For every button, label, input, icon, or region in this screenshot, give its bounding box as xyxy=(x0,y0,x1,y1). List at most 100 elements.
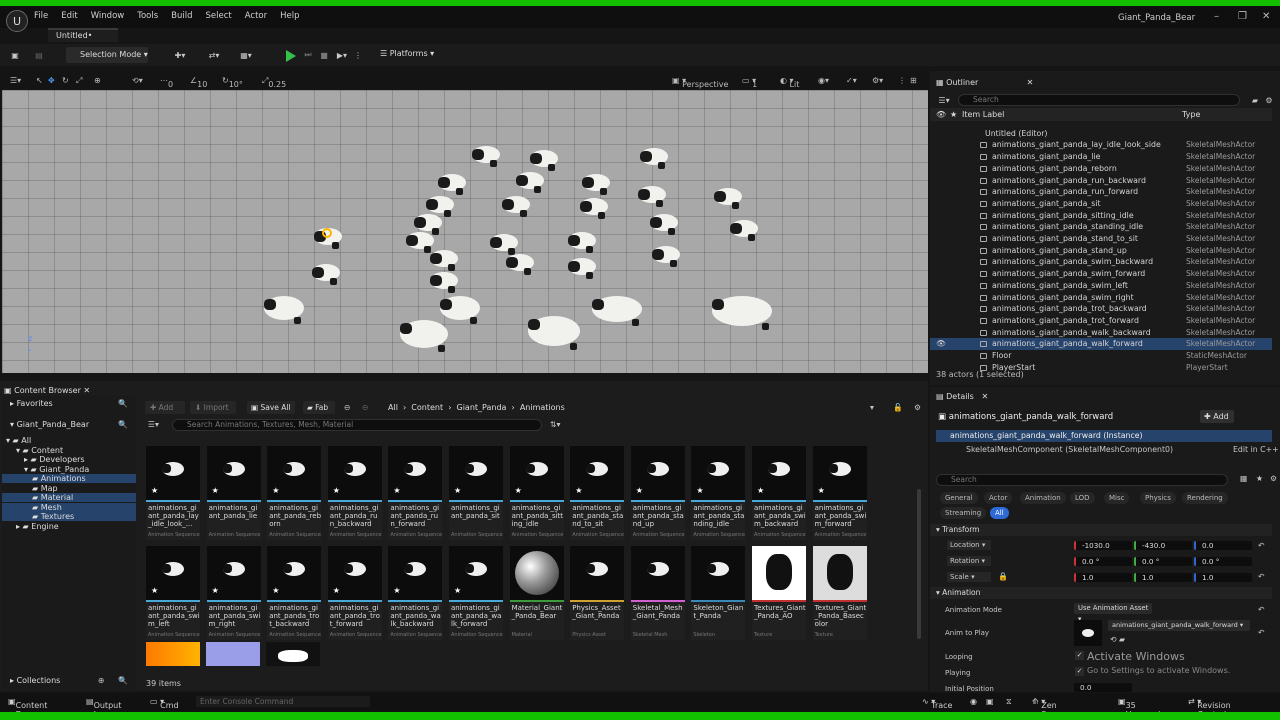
outliner-row[interactable]: animations_giant_panda_swim_backward Skel… xyxy=(930,256,1272,268)
details-settings-icon[interactable]: ⚙ xyxy=(1270,474,1277,483)
tree-textures[interactable]: ▰ Textures xyxy=(2,512,136,522)
level-viewport[interactable]: z ⌞ xyxy=(2,90,928,373)
menu-build[interactable]: Build xyxy=(171,11,192,21)
settings-icon[interactable]: ⚙▾ xyxy=(872,76,883,85)
camera-speed-dropdown[interactable]: ▭ 1 ▾ xyxy=(742,76,757,89)
anim-to-play-dropdown[interactable]: animations_giant_panda_walk_forward ▾ xyxy=(1108,620,1250,631)
panda-actor[interactable] xyxy=(312,264,340,285)
tree-developers[interactable]: ▸ ▰ Developers xyxy=(24,455,85,464)
history-dropdown-icon[interactable]: ▾ xyxy=(870,403,874,412)
show-flags-icon[interactable]: ◉▾ xyxy=(818,76,829,85)
cmd-dropdown[interactable]: ▭ Cmd ▾ xyxy=(150,697,179,710)
anim-mode-dropdown[interactable]: Use Animation Asset ▾ xyxy=(1074,603,1152,623)
favorites-search-icon[interactable]: 🔍 xyxy=(118,399,128,408)
zen-server-button[interactable]: ⟰ Zen Server ▾ xyxy=(1032,697,1067,712)
asset-tile[interactable]: ★ animations_giant_panda_swim_backward Ani… xyxy=(752,446,806,540)
collections-search-icon[interactable]: 🔍 xyxy=(118,676,128,685)
unreal-logo-icon[interactable]: U xyxy=(6,10,28,32)
initial-position-field[interactable]: 0.0 xyxy=(1074,683,1132,692)
menu-edit[interactable]: Edit xyxy=(61,11,77,21)
outliner-row[interactable]: animations_giant_panda_stand_up SkeletalM… xyxy=(930,245,1272,257)
asset-tile[interactable]: ★ animations_giant_panda_walk_backward Ani… xyxy=(388,546,443,640)
close-icon[interactable]: ✕ xyxy=(1262,11,1270,22)
translate-tool-icon[interactable]: ✥ xyxy=(48,76,55,85)
panda-actor[interactable] xyxy=(580,198,608,219)
asset-tile[interactable]: ★ animations_giant_panda_swim_right Animat… xyxy=(206,546,261,640)
breadcrumb-giant-panda[interactable]: Giant_Panda xyxy=(457,403,507,412)
eject-icon[interactable]: ▶▾ xyxy=(336,48,348,62)
asset-tile[interactable]: Textures_Giant_Panda_AO Texture xyxy=(752,546,806,640)
outliner-row[interactable]: animations_giant_panda_lie SkeletalMeshAc… xyxy=(930,151,1272,163)
breadcrumb-animations[interactable]: Animations xyxy=(520,403,565,412)
tab-all[interactable]: All xyxy=(990,507,1009,519)
breadcrumb-content[interactable]: Content xyxy=(411,403,443,412)
collections-section[interactable]: ▸ Collections xyxy=(10,676,60,685)
asset-tile[interactable]: ★ animations_giant_panda_sitting_idle Anim… xyxy=(509,446,564,540)
scale-x[interactable]: 1.0 xyxy=(1074,573,1132,582)
pin-column-icon[interactable]: ★ xyxy=(950,108,957,121)
panda-actor[interactable] xyxy=(730,220,758,241)
rotation-y[interactable]: 0.0 ° xyxy=(1134,557,1192,566)
asset-tile[interactable]: Skeleton_Giant_Panda Skeleton xyxy=(691,546,746,640)
panda-actor[interactable] xyxy=(506,254,534,275)
content-filter-icon[interactable]: ☰▾ xyxy=(148,420,159,429)
asset-tile[interactable]: ★ animations_giant_panda_swim_left Animati… xyxy=(146,546,200,640)
favorites-section[interactable]: ▸ Favorites xyxy=(10,399,53,408)
asset-tile[interactable]: Skeletal_Mesh_Giant_Panda Skeletal Mesh xyxy=(630,546,685,640)
play-icon[interactable] xyxy=(286,50,296,62)
panda-actor[interactable] xyxy=(472,146,500,167)
grid-snap-icon[interactable]: ⋯ 0 xyxy=(160,76,173,89)
property-matrix-icon[interactable]: ▦ xyxy=(1240,474,1247,483)
scale-y[interactable]: 1.0 xyxy=(1134,573,1192,582)
location-z[interactable]: 0.0 xyxy=(1194,541,1252,550)
add-collection-icon[interactable]: ⊕ xyxy=(98,676,105,685)
tab-rendering[interactable]: Rendering xyxy=(1182,492,1228,504)
asset-tile[interactable]: ★ animations_giant_panda_trot_forward Anim… xyxy=(327,546,382,640)
forward-icon[interactable]: ⊖ xyxy=(362,403,369,412)
screenshot-icon[interactable]: ▣ xyxy=(986,697,994,706)
rotation-snap-icon[interactable]: ∠ 10 xyxy=(190,76,207,89)
asset-tile[interactable]: ★ animations_giant_panda_lay_idle_look_..… xyxy=(146,446,200,540)
add-folder-icon[interactable]: ▰ xyxy=(1250,95,1260,105)
revision-control-button[interactable]: ⇄ Revision Control ▾ xyxy=(1188,697,1231,712)
outliner-row[interactable]: animations_giant_panda_swim_left Skeletal… xyxy=(930,280,1272,292)
selection-mode-dropdown[interactable]: Selection Mode ▾ xyxy=(66,47,148,63)
level-tab[interactable]: Untitled• xyxy=(48,28,118,42)
outliner-row[interactable]: animations_giant_panda_run_backward Skele… xyxy=(930,175,1272,187)
add-button[interactable]: ✚ Add xyxy=(145,401,185,414)
panda-actor[interactable] xyxy=(490,234,518,255)
browser-settings-icon[interactable]: ⚙ xyxy=(914,403,921,412)
asset-thumbnail-roughness[interactable] xyxy=(266,642,320,666)
add-actor-icon[interactable]: ✚▾ xyxy=(170,48,190,62)
add-component-button[interactable]: ✚ Add xyxy=(1200,410,1234,423)
breadcrumb-all[interactable]: All xyxy=(388,403,398,412)
back-icon[interactable]: ⊖ xyxy=(344,403,351,412)
perspective-dropdown[interactable]: ▣ Perspective ▾ xyxy=(672,76,728,89)
scale-snap-icon[interactable]: ⤢ 0.25 xyxy=(262,76,286,89)
type-header[interactable]: Type xyxy=(1182,108,1200,121)
rotate-tool-icon[interactable]: ↻ xyxy=(62,76,69,85)
angle-snap-icon[interactable]: ↻ 10° xyxy=(222,76,243,89)
asset-tile[interactable]: ★ animations_giant_panda_run_forward Anima… xyxy=(388,446,443,540)
cinematics-icon[interactable]: ▦▾ xyxy=(236,48,256,62)
outliner-row[interactable]: Floor StaticMeshActor xyxy=(930,350,1272,362)
asset-thumbnail-texture[interactable] xyxy=(146,642,200,666)
world-space-icon[interactable]: ⊕ xyxy=(94,76,101,85)
outliner-row[interactable]: animations_giant_panda_sit SkeletalMeshAc… xyxy=(930,198,1272,210)
menu-file[interactable]: File xyxy=(34,11,48,21)
outliner-row[interactable]: animations_giant_panda_stand_to_sit Skele… xyxy=(930,233,1272,245)
edit-cpp-link[interactable]: Edit in C++ xyxy=(1233,445,1279,454)
scale-tool-icon[interactable]: ⤢ xyxy=(76,76,82,86)
outliner-row[interactable]: animations_giant_panda_sitting_idle Skele… xyxy=(930,210,1272,222)
tab-streaming[interactable]: Streaming xyxy=(940,507,987,519)
outliner-row[interactable]: animations_giant_panda_swim_forward Skele… xyxy=(930,268,1272,280)
reset-anim-mode-icon[interactable]: ↶ xyxy=(1258,605,1265,614)
sort-icon[interactable]: ⇅▾ xyxy=(550,420,560,429)
scale-z[interactable]: 1.0 xyxy=(1194,573,1252,582)
translate-gizmo-icon[interactable] xyxy=(322,228,332,238)
panda-actor[interactable] xyxy=(430,272,458,293)
panda-actor[interactable] xyxy=(568,258,596,279)
panda-actor[interactable] xyxy=(638,186,666,207)
tree-map[interactable]: ▰ Map xyxy=(32,484,58,493)
filter-icon[interactable]: ☰▾ xyxy=(936,95,952,105)
